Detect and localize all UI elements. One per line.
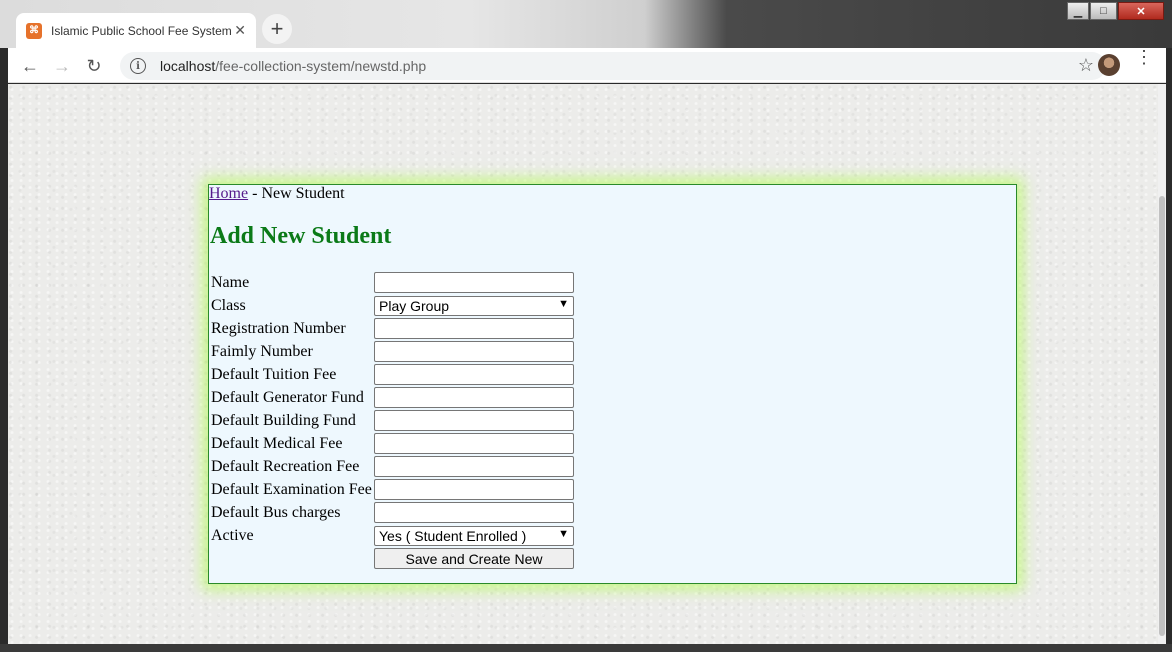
forward-arrow-icon[interactable]: → xyxy=(48,52,76,80)
recreation-label: Default Recreation Fee xyxy=(211,457,360,475)
generator-label: Default Generator Fund xyxy=(211,388,364,406)
form-row-bus: Default Bus charges xyxy=(211,501,574,524)
family-number-input[interactable] xyxy=(374,341,574,362)
chevron-down-icon: ▼ xyxy=(558,297,569,310)
browser-tab[interactable]: ⌘ Islamic Public School Fee System ✕ xyxy=(16,13,256,48)
generator-fund-input[interactable] xyxy=(374,387,574,408)
class-label: Class xyxy=(211,296,246,314)
form-row-class: Class Play Group ▼ xyxy=(211,294,574,317)
active-select[interactable]: Yes ( Student Enrolled ) ▼ xyxy=(374,525,574,546)
page-scrollbar[interactable] xyxy=(1158,84,1166,644)
form-row-examination: Default Examination Fee xyxy=(211,478,574,501)
bus-label: Default Bus charges xyxy=(211,503,341,521)
scrollbar-thumb[interactable] xyxy=(1159,196,1165,636)
form-row-generator: Default Generator Fund xyxy=(211,386,574,409)
student-form: Name Class Play Group ▼ Registration Numb… xyxy=(211,271,574,570)
url-path: /fee-collection-system/newstd.php xyxy=(215,58,427,74)
chevron-down-icon: ▼ xyxy=(558,527,569,540)
page-title: Add New Student xyxy=(210,223,392,249)
building-fund-input[interactable] xyxy=(374,410,574,431)
recreation-fee-input[interactable] xyxy=(374,456,574,477)
building-label: Default Building Fund xyxy=(211,411,356,429)
bookmark-star-icon[interactable]: ☆ xyxy=(1078,55,1094,76)
tuition-label: Default Tuition Fee xyxy=(211,365,337,383)
menu-dots-icon[interactable]: ⋮ xyxy=(1134,48,1154,66)
breadcrumb-current: New Student xyxy=(261,185,345,202)
form-row-recreation: Default Recreation Fee xyxy=(211,455,574,478)
save-and-create-new-button[interactable]: Save and Create New xyxy=(374,548,574,569)
form-row-tuition: Default Tuition Fee xyxy=(211,363,574,386)
browser-toolbar: ← → ↻ i localhost/fee-collection-system/… xyxy=(8,48,1166,83)
window-controls: ▁ □ ✕ xyxy=(1066,2,1164,20)
registration-input[interactable] xyxy=(374,318,574,339)
url-text[interactable]: localhost/fee-collection-system/newstd.p… xyxy=(160,58,426,74)
back-arrow-icon[interactable]: ← xyxy=(16,52,44,80)
reload-icon[interactable]: ↻ xyxy=(80,52,108,80)
profile-avatar[interactable] xyxy=(1098,54,1120,76)
close-window-button[interactable]: ✕ xyxy=(1118,2,1164,20)
page-viewport: Home - New Student Add New Student Name … xyxy=(8,84,1166,644)
bus-charges-input[interactable] xyxy=(374,502,574,523)
main-panel: Home - New Student Add New Student Name … xyxy=(208,184,1017,584)
taskbar-edge xyxy=(0,644,1172,652)
tab-close-icon[interactable]: ✕ xyxy=(234,22,246,39)
form-row-building: Default Building Fund xyxy=(211,409,574,432)
xampp-favicon-icon: ⌘ xyxy=(26,22,42,39)
form-row-name: Name xyxy=(211,271,574,294)
new-tab-button[interactable]: + xyxy=(262,14,292,44)
form-row-submit: Save and Create New xyxy=(211,547,574,570)
tab-title: Islamic Public School Fee System xyxy=(51,23,232,38)
medical-fee-input[interactable] xyxy=(374,433,574,454)
active-label: Active xyxy=(211,526,254,544)
examination-fee-input[interactable] xyxy=(374,479,574,500)
name-label: Name xyxy=(211,273,250,291)
form-row-registration: Registration Number xyxy=(211,317,574,340)
tuition-fee-input[interactable] xyxy=(374,364,574,385)
breadcrumb-home-link[interactable]: Home xyxy=(209,185,248,202)
medical-label: Default Medical Fee xyxy=(211,434,343,452)
registration-label: Registration Number xyxy=(211,319,346,337)
active-select-value: Yes ( Student Enrolled ) xyxy=(379,527,527,544)
maximize-button[interactable]: □ xyxy=(1090,2,1117,20)
address-bar[interactable]: i localhost/fee-collection-system/newstd… xyxy=(120,52,1106,80)
url-host: localhost xyxy=(160,58,216,74)
class-select[interactable]: Play Group ▼ xyxy=(374,295,574,316)
name-input[interactable] xyxy=(374,272,574,293)
form-row-family: Faimly Number xyxy=(211,340,574,363)
form-row-active: Active Yes ( Student Enrolled ) ▼ xyxy=(211,524,574,547)
class-select-value: Play Group xyxy=(379,297,450,314)
examination-label: Default Examination Fee xyxy=(211,480,372,498)
info-icon[interactable]: i xyxy=(130,58,146,74)
breadcrumb-separator: - xyxy=(248,185,262,202)
breadcrumb: Home - New Student xyxy=(209,185,345,203)
minimize-button[interactable]: ▁ xyxy=(1067,2,1089,20)
family-label: Faimly Number xyxy=(211,342,313,360)
form-row-medical: Default Medical Fee xyxy=(211,432,574,455)
